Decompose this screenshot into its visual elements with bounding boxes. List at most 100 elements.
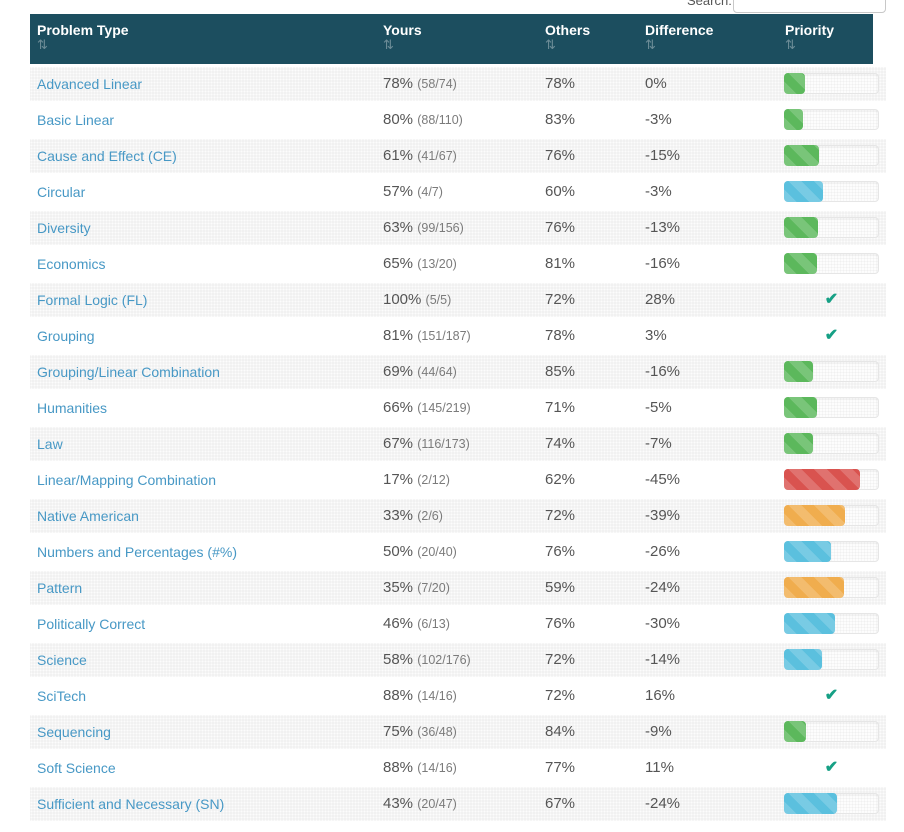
yours-cell: 65% (13/20) xyxy=(383,246,457,282)
sort-icon[interactable]: ⇅ xyxy=(785,38,834,52)
sort-icon[interactable]: ⇅ xyxy=(37,38,129,52)
yours-cell: 69% (44/64) xyxy=(383,354,457,390)
others-cell: 76% xyxy=(545,138,575,174)
problem-type-link[interactable]: SciTech xyxy=(37,678,86,714)
difference-cell: -7% xyxy=(645,426,672,462)
sort-icon[interactable]: ⇅ xyxy=(645,38,713,52)
table-body: Advanced Linear 78% (58/74) 78% 0% Basic… xyxy=(30,66,886,822)
problem-type-link[interactable]: Politically Correct xyxy=(37,606,145,642)
problem-type-link[interactable]: Pattern xyxy=(37,570,82,606)
difference-cell: 28% xyxy=(645,282,675,318)
column-header-label: Others xyxy=(545,22,590,38)
problem-type-link[interactable]: Cause and Effect (CE) xyxy=(37,138,177,174)
table-row: Advanced Linear 78% (58/74) 78% 0% xyxy=(30,66,886,102)
column-header-others[interactable]: Others ⇅ xyxy=(545,14,590,64)
priority-bar-fill-blue xyxy=(784,793,837,814)
column-header-label: Priority xyxy=(785,22,834,38)
priority-cell xyxy=(784,714,879,750)
priority-bar-fill-blue xyxy=(784,613,835,634)
difference-cell: 3% xyxy=(645,318,667,354)
problem-type-link[interactable]: Circular xyxy=(37,174,85,210)
problem-type-link[interactable]: Advanced Linear xyxy=(37,66,142,102)
difference-cell: -16% xyxy=(645,246,680,282)
others-cell: 72% xyxy=(545,678,575,714)
table-row: Sequencing 75% (36/48) 84% -9% xyxy=(30,714,886,750)
difference-cell: -26% xyxy=(645,534,680,570)
problem-type-link[interactable]: Formal Logic (FL) xyxy=(37,282,147,318)
problem-type-link[interactable]: Basic Linear xyxy=(37,102,114,138)
problem-type-link[interactable]: Science xyxy=(37,642,87,678)
priority-bar-fill-green xyxy=(784,397,817,418)
table-row: Cause and Effect (CE) 61% (41/67) 76% -1… xyxy=(30,138,886,174)
priority-bar xyxy=(784,541,879,562)
search-input[interactable] xyxy=(733,0,886,13)
column-header-label: Yours xyxy=(383,22,422,38)
table-row: Circular 57% (4/7) 60% -3% xyxy=(30,174,886,210)
priority-bar-fill-green xyxy=(784,73,805,94)
table-row: Humanities 66% (145/219) 71% -5% xyxy=(30,390,886,426)
difference-cell: 11% xyxy=(645,750,674,786)
priority-cell: ✔ xyxy=(784,318,879,354)
column-header-difference[interactable]: Difference ⇅ xyxy=(645,14,713,64)
problem-type-link[interactable]: Sufficient and Necessary (SN) xyxy=(37,786,224,822)
priority-bar xyxy=(784,253,879,274)
priority-bar xyxy=(784,649,879,670)
difference-cell: -30% xyxy=(645,606,680,642)
difference-cell: 0% xyxy=(645,66,667,102)
priority-cell xyxy=(784,174,879,210)
priority-bar xyxy=(784,181,879,202)
table-row: Grouping/Linear Combination 69% (44/64) … xyxy=(30,354,886,390)
others-cell: 60% xyxy=(545,174,575,210)
priority-cell xyxy=(784,210,879,246)
yours-cell: 43% (20/47) xyxy=(383,786,457,822)
priority-bar-fill-blue xyxy=(784,649,822,670)
problem-type-link[interactable]: Law xyxy=(37,426,63,462)
problem-type-link[interactable]: Grouping/Linear Combination xyxy=(37,354,220,390)
problem-type-link[interactable]: Diversity xyxy=(37,210,91,246)
table-row: Diversity 63% (99/156) 76% -13% xyxy=(30,210,886,246)
others-cell: 77% xyxy=(545,750,575,786)
priority-bar xyxy=(784,613,879,634)
search-label: Search: xyxy=(687,0,732,8)
priority-bar-fill-red xyxy=(784,469,860,490)
sort-icon[interactable]: ⇅ xyxy=(383,38,422,52)
table-row: Law 67% (116/173) 74% -7% xyxy=(30,426,886,462)
priority-cell xyxy=(784,246,879,282)
priority-bar-fill-blue xyxy=(784,541,831,562)
priority-bar-fill-orange xyxy=(784,505,845,526)
priority-bar xyxy=(784,577,879,598)
table-row: SciTech 88% (14/16) 72% 16% ✔ xyxy=(30,678,886,714)
yours-cell: 78% (58/74) xyxy=(383,66,457,102)
problem-type-link[interactable]: Economics xyxy=(37,246,105,282)
problem-type-link[interactable]: Grouping xyxy=(37,318,95,354)
priority-cell xyxy=(784,390,879,426)
table-row: Science 58% (102/176) 72% -14% xyxy=(30,642,886,678)
priority-bar-fill-green xyxy=(784,361,813,382)
check-icon: ✔ xyxy=(784,750,879,786)
difference-cell: -5% xyxy=(645,390,672,426)
priority-bar xyxy=(784,145,879,166)
difference-cell: -16% xyxy=(645,354,680,390)
column-header-priority[interactable]: Priority ⇅ xyxy=(785,14,834,64)
problem-type-link[interactable]: Linear/Mapping Combination xyxy=(37,462,216,498)
problem-type-link[interactable]: Native American xyxy=(37,498,139,534)
problem-type-link[interactable]: Soft Science xyxy=(37,750,116,786)
priority-bar-fill-green xyxy=(784,721,806,742)
difference-cell: -39% xyxy=(645,498,680,534)
yours-cell: 88% (14/16) xyxy=(383,750,457,786)
difference-cell: -15% xyxy=(645,138,680,174)
others-cell: 76% xyxy=(545,534,575,570)
others-cell: 67% xyxy=(545,786,575,822)
others-cell: 81% xyxy=(545,246,575,282)
difference-cell: 16% xyxy=(645,678,675,714)
difference-cell: -45% xyxy=(645,462,680,498)
yours-cell: 67% (116/173) xyxy=(383,426,470,462)
others-cell: 72% xyxy=(545,498,575,534)
column-header-yours[interactable]: Yours ⇅ xyxy=(383,14,422,64)
sort-icon[interactable]: ⇅ xyxy=(545,38,590,52)
problem-type-link[interactable]: Humanities xyxy=(37,390,107,426)
problem-type-link[interactable]: Sequencing xyxy=(37,714,111,750)
problem-type-link[interactable]: Numbers and Percentages (#%) xyxy=(37,534,237,570)
check-icon: ✔ xyxy=(784,678,879,714)
column-header-problem-type[interactable]: Problem Type ⇅ xyxy=(37,14,129,64)
